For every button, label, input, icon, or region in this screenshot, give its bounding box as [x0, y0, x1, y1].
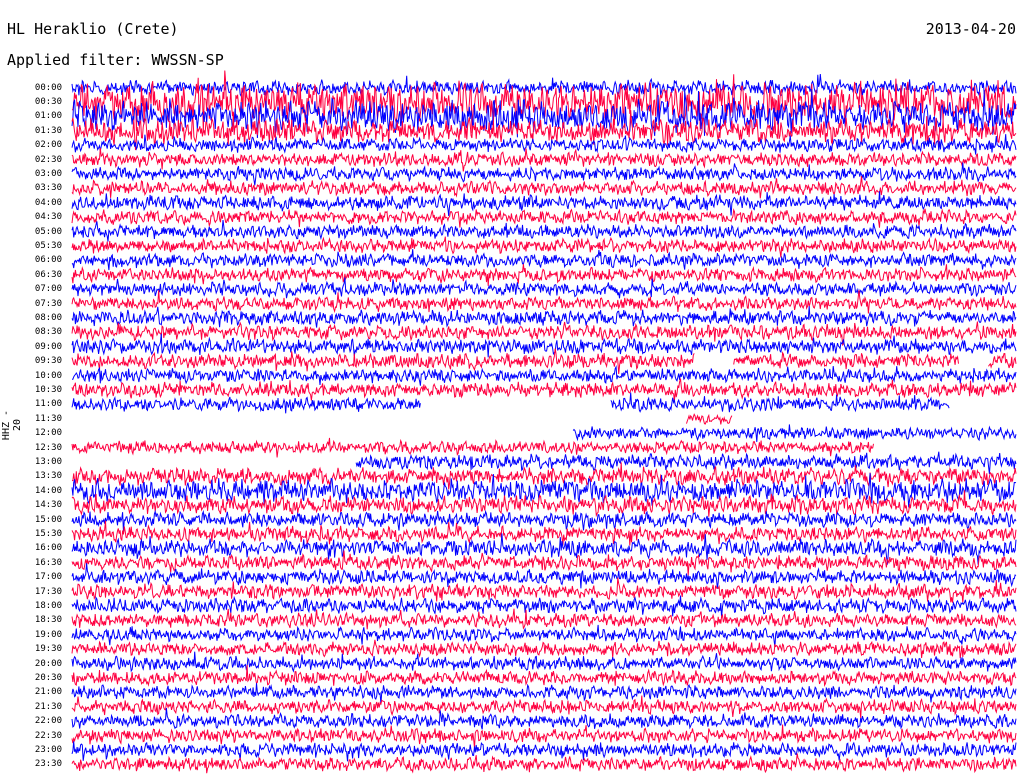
row-time-label: 16:00: [34, 543, 62, 554]
row-time-label: 04:00: [34, 197, 62, 208]
row-time-label: 15:30: [34, 528, 62, 539]
row-time-label: 18:00: [34, 600, 62, 611]
trace-row-0230: [71, 148, 1017, 172]
helicorder-chart: [71, 70, 1017, 774]
trace-row-0700: [71, 277, 1017, 299]
trace-row-0530: [71, 236, 1017, 258]
trace-row-0600: [71, 249, 1017, 271]
row-time-label: 09:00: [34, 341, 62, 352]
row-time-label: 00:30: [34, 96, 62, 107]
row-time-label: 12:00: [34, 428, 62, 439]
row-time-label: 13:00: [34, 456, 62, 467]
row-time-label: 14:30: [34, 500, 62, 511]
row-time-label: 07:30: [34, 298, 62, 309]
row-time-label: 19:30: [34, 644, 62, 655]
trace-row-2000: [71, 651, 1017, 673]
row-time-label: 20:00: [34, 658, 62, 669]
row-time-label: 06:00: [34, 255, 62, 266]
trace-row-1930: [71, 639, 1017, 659]
row-time-label: 00:00: [34, 82, 62, 93]
trace-row-1300: [355, 451, 1017, 475]
trace-row-0730: [71, 290, 1017, 314]
trace-row-0630: [71, 264, 1017, 286]
trace-row-0300: [71, 162, 1017, 186]
row-time-label: 09:30: [34, 356, 62, 367]
row-time-label: 02:00: [34, 140, 62, 151]
row-time-label: 01:30: [34, 125, 62, 136]
row-time-label: 18:30: [34, 615, 62, 626]
trace-row-2300: [71, 741, 1017, 762]
row-time-label: 22:30: [34, 730, 62, 741]
row-time-label: 11:00: [34, 399, 62, 410]
trace-row-2330: [71, 753, 1017, 774]
trace-row-0200: [71, 134, 1017, 155]
row-time-label: 05:30: [34, 240, 62, 251]
row-time-label: 10:30: [34, 384, 62, 395]
trace-row-0900: [71, 333, 1017, 358]
row-time-label: 23:30: [34, 759, 62, 770]
row-time-label: 17:30: [34, 586, 62, 597]
row-time-label: 01:00: [34, 111, 62, 122]
row-time-label: 04:30: [34, 212, 62, 223]
row-time-label: 20:30: [34, 672, 62, 683]
row-time-label: 17:00: [34, 572, 62, 583]
row-time-label: 19:00: [34, 629, 62, 640]
trace-row-2030: [71, 664, 1017, 687]
trace-row-1230: [71, 437, 874, 458]
row-time-label: 22:00: [34, 716, 62, 727]
row-time-label: 23:00: [34, 744, 62, 755]
trace-row-1130: [686, 413, 733, 425]
row-time-label: 07:00: [34, 284, 62, 295]
trace-row-2200: [71, 708, 1017, 730]
row-time-label: 03:00: [34, 168, 62, 179]
trace-row-1000: [72, 365, 1017, 386]
row-time-label: 15:00: [34, 514, 62, 525]
row-time-label: 13:30: [34, 471, 62, 482]
trace-row-1700: [71, 563, 1017, 589]
trace-row-1200: [572, 424, 1017, 442]
row-time-label: 06:30: [34, 269, 62, 280]
trace-row-1030: [71, 378, 1017, 402]
row-time-label: 21:30: [34, 701, 62, 712]
trace-row-0330: [71, 176, 1017, 199]
trace-row-2130: [71, 695, 1017, 719]
trace-row-0800: [71, 306, 1017, 328]
trace-row-1830: [71, 608, 1017, 630]
row-time-label: 10:00: [34, 370, 62, 381]
row-time-label: 11:30: [34, 413, 62, 424]
row-time-label: 21:00: [34, 687, 62, 698]
trace-row-1800: [71, 595, 1017, 619]
row-time-label: 14:00: [34, 485, 62, 496]
row-time-label: 08:30: [34, 327, 62, 338]
row-time-label: 03:30: [34, 183, 62, 194]
row-time-label: 05:00: [34, 226, 62, 237]
row-time-label: 16:30: [34, 557, 62, 568]
trace-row-2230: [71, 724, 1017, 749]
trace-row-0400: [71, 191, 1017, 217]
row-time-label: 08:00: [34, 312, 62, 323]
trace-row-0500: [71, 220, 1017, 242]
trace-row-1630: [71, 550, 1017, 576]
row-time-label: 02:30: [34, 154, 62, 165]
row-time-label: 12:30: [34, 442, 62, 453]
